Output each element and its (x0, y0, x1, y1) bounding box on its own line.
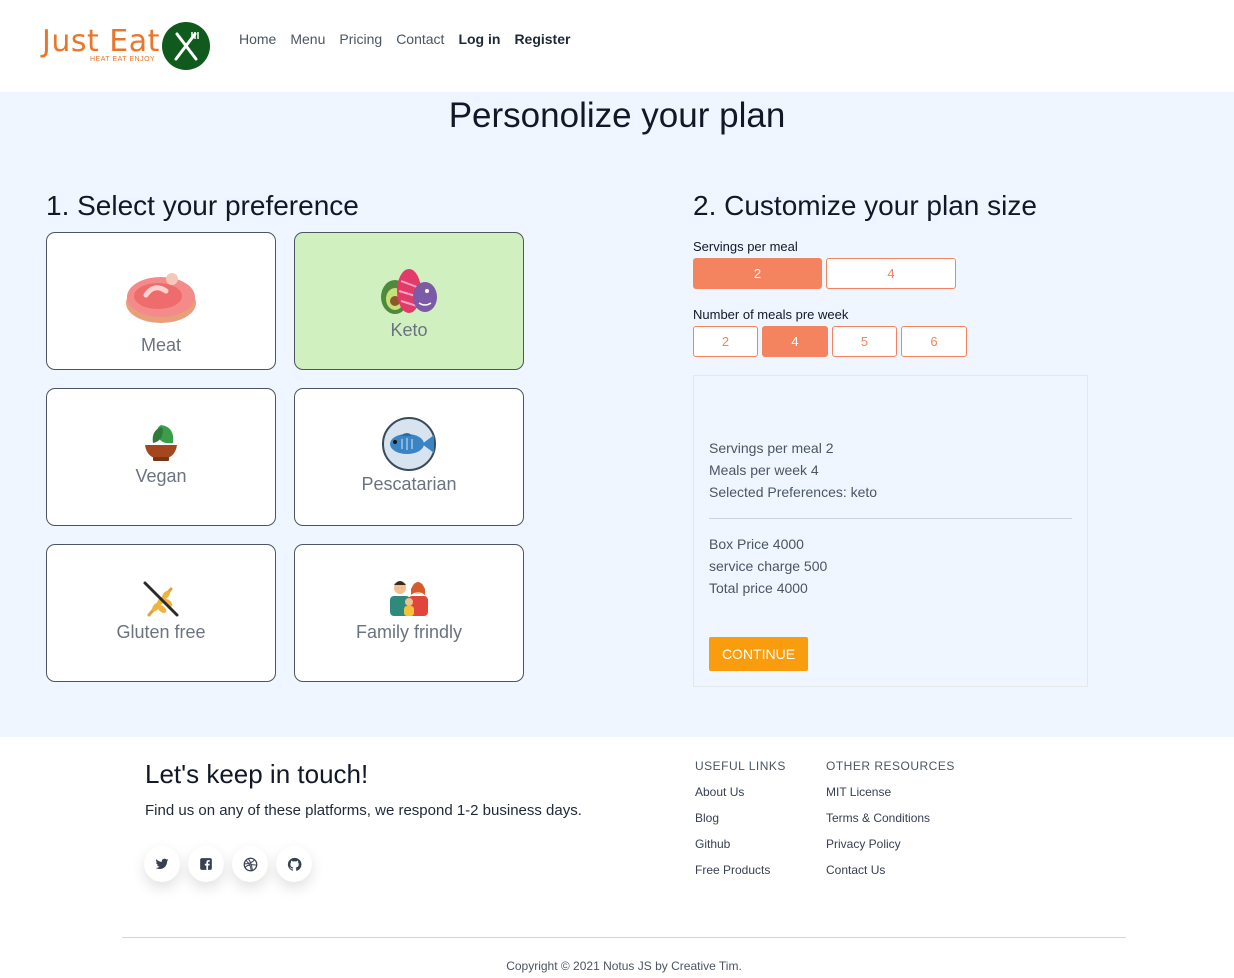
other-resources-title: OTHER RESOURCES (826, 759, 955, 773)
servings-option-2[interactable]: 2 (693, 258, 822, 289)
pref-card-gluten-free[interactable]: Gluten free (46, 544, 276, 682)
footer-link-github[interactable]: Github (695, 837, 730, 851)
footer-link-mit-license[interactable]: MIT License (826, 785, 891, 799)
pref-label-meat: Meat (140, 335, 182, 355)
summary-total-price: Total price 4000 (709, 580, 808, 596)
steak-icon (124, 269, 198, 332)
keto-food-icon (379, 263, 439, 322)
pref-card-meat[interactable]: Meat (46, 232, 276, 370)
preference-title: 1. Select your preference (46, 190, 359, 221)
facebook-icon[interactable] (188, 846, 224, 882)
footer: Let's keep in touch! Find us on any of t… (0, 737, 1234, 978)
meals-label: Number of meals pre week (693, 307, 849, 322)
dribbble-icon[interactable] (232, 846, 268, 882)
nav-login[interactable]: Log in (458, 31, 500, 47)
servings-option-4[interactable]: 4 (826, 258, 956, 289)
brand-tagline: HEAT EAT ENJOY (90, 56, 156, 63)
plan-summary: Servings per meal 2 Meals per week 4 Sel… (693, 375, 1088, 687)
summary-box-price: Box Price 4000 (709, 536, 804, 552)
summary-preferences: Selected Preferences: keto (709, 484, 878, 500)
footer-link-free-products[interactable]: Free Products (695, 863, 770, 877)
nav-menu[interactable]: Menu (290, 31, 325, 47)
no-wheat-icon (141, 579, 181, 624)
brand-name: Just Eat (42, 24, 160, 59)
servings-label: Servings per meal (693, 239, 798, 254)
nav-home[interactable]: Home (239, 31, 276, 47)
brand-logo[interactable]: Just Eat HEAT EAT ENJOY (42, 20, 212, 74)
footer-link-terms[interactable]: Terms & Conditions (826, 811, 930, 825)
nav-pricing[interactable]: Pricing (339, 31, 382, 47)
meals-option-4[interactable]: 4 (762, 326, 828, 357)
footer-link-blog[interactable]: Blog (695, 811, 719, 825)
footer-link-privacy[interactable]: Privacy Policy (826, 837, 901, 851)
plan-size-title: 2. Customize your plan size (693, 190, 1037, 221)
pref-label-vegan: Vegan (135, 466, 187, 486)
footer-divider (122, 937, 1126, 938)
top-navbar: Just Eat HEAT EAT ENJOY Home Menu Pricin… (0, 0, 1234, 92)
footer-link-contact[interactable]: Contact Us (826, 863, 885, 877)
pref-label-family: Family frindly (355, 622, 462, 642)
footer-link-about[interactable]: About Us (695, 785, 744, 799)
meals-option-6[interactable]: 6 (901, 326, 967, 357)
pref-card-family[interactable]: Family frindly (294, 544, 524, 682)
footer-title: Let's keep in touch! (145, 759, 369, 789)
meals-option-5[interactable]: 5 (832, 326, 897, 357)
twitter-icon[interactable] (144, 846, 180, 882)
pref-card-vegan[interactable]: Vegan (46, 388, 276, 526)
fish-icon (380, 417, 438, 476)
github-icon[interactable] (276, 846, 312, 882)
nav-contact[interactable]: Contact (396, 31, 444, 47)
pref-label-gluten-free: Gluten free (116, 622, 206, 642)
page-title: Personolize your plan (448, 96, 786, 135)
plan-section: Personolize your plan 1. Select your pre… (0, 92, 1234, 737)
copyright: Copyright © 2021 Notus JS by Creative Ti… (506, 959, 742, 973)
plant-bowl-icon (141, 421, 181, 468)
summary-service-charge: service charge 500 (709, 558, 828, 574)
pref-label-pescatarian: Pescatarian (361, 474, 457, 494)
footer-subtitle: Find us on any of these platforms, we re… (145, 802, 582, 819)
summary-divider (709, 518, 1072, 519)
nav-links: Home Menu Pricing Contact Log in Registe… (239, 31, 584, 47)
continue-button[interactable]: CONTINUE (709, 637, 808, 671)
family-icon (388, 579, 430, 622)
meals-option-2[interactable]: 2 (693, 326, 758, 357)
pref-card-keto[interactable]: Keto (294, 232, 524, 370)
fork-knife-icon (162, 22, 210, 70)
pref-label-keto: Keto (390, 320, 428, 340)
nav-register[interactable]: Register (514, 31, 570, 47)
pref-card-pescatarian[interactable]: Pescatarian (294, 388, 524, 526)
useful-links-title: USEFUL LINKS (695, 759, 786, 773)
summary-meals: Meals per week 4 (709, 462, 819, 478)
summary-servings: Servings per meal 2 (709, 440, 834, 456)
